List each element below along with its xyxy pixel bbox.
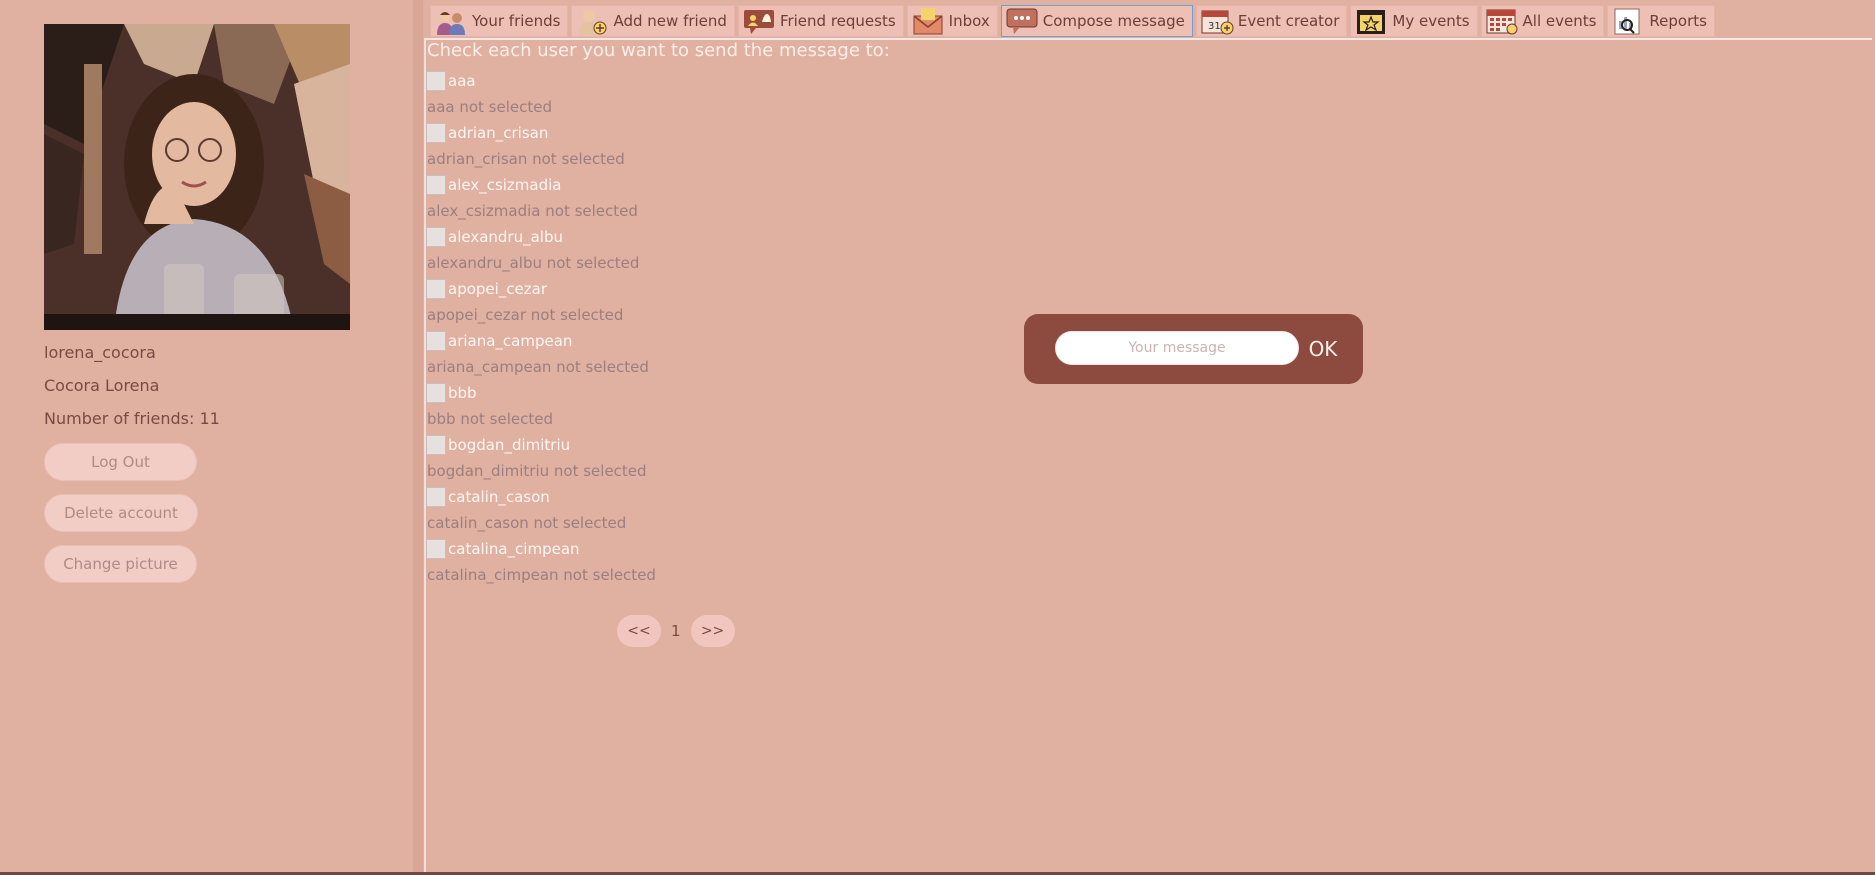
user-row-ariana-campean[interactable]: ariana_campean: [426, 328, 926, 354]
tab-friend-requests[interactable]: Friend requests: [737, 5, 904, 37]
tab-event-creator[interactable]: 31 Event creator: [1195, 5, 1348, 37]
user-checkbox[interactable]: [426, 435, 446, 455]
tab-label: Inbox: [948, 12, 990, 30]
message-input[interactable]: [1055, 331, 1299, 365]
user-checkbox[interactable]: [426, 539, 446, 559]
user-checkbox[interactable]: [426, 487, 446, 507]
svg-text:31: 31: [1208, 21, 1221, 32]
tab-label: Your friends: [472, 12, 561, 30]
user-status: alexandru_albu not selected: [427, 254, 640, 272]
user-row-apopei-cezar[interactable]: apopei_cezar: [426, 276, 926, 302]
pagination: << 1 >>: [617, 615, 735, 647]
user-checkbox[interactable]: [426, 123, 446, 143]
sidebar-divider[interactable]: [413, 0, 423, 875]
sidebar-full-name: Cocora Lorena: [44, 376, 160, 395]
user-row-alexandru-albu[interactable]: alexandru_albu: [426, 224, 926, 250]
tab-label: All events: [1522, 12, 1597, 30]
user-name: adrian_crisan: [448, 124, 549, 142]
message-composer: OK: [1024, 314, 1363, 384]
user-checkbox[interactable]: [426, 331, 446, 351]
user-row-bbb[interactable]: bbb: [426, 380, 926, 406]
tab-add-new-friend[interactable]: Add new friend: [571, 5, 735, 37]
user-name: alex_csizmadia: [448, 176, 562, 194]
sidebar-username: lorena_cocora: [44, 343, 156, 362]
user-status: catalina_cimpean not selected: [427, 566, 656, 584]
tab-label: Friend requests: [779, 12, 896, 30]
user-checkbox[interactable]: [426, 71, 446, 91]
user-status: bbb not selected: [427, 410, 553, 428]
add-friend-icon: [575, 7, 609, 35]
tab-label: Add new friend: [613, 12, 727, 30]
tab-compose-message[interactable]: Compose message: [1000, 5, 1193, 37]
star-calendar-icon: [1354, 7, 1388, 35]
user-row-alex-csizmadia[interactable]: alex_csizmadia: [426, 172, 926, 198]
user-name: aaa: [448, 72, 476, 90]
user-name: alexandru_albu: [448, 228, 563, 246]
prev-page-button[interactable]: <<: [617, 615, 661, 647]
tab-label: Reports: [1649, 12, 1707, 30]
user-status: catalin_cason not selected: [427, 514, 627, 532]
tab-my-events[interactable]: My events: [1350, 5, 1478, 37]
tab-reports[interactable]: Reports: [1607, 5, 1715, 37]
user-checkbox[interactable]: [426, 383, 446, 403]
user-row-catalina-cimpean[interactable]: catalina_cimpean: [426, 536, 926, 562]
logout-button[interactable]: Log Out: [44, 443, 197, 481]
user-status: adrian_crisan not selected: [427, 150, 625, 168]
user-row-aaa[interactable]: aaa: [426, 68, 926, 94]
change-picture-button[interactable]: Change picture: [44, 545, 197, 583]
tab-label: My events: [1392, 12, 1470, 30]
user-status: bogdan_dimitriu not selected: [427, 462, 647, 480]
app-window: lorena_cocora Cocora Lorena Number of fr…: [0, 0, 1875, 875]
user-name: apopei_cezar: [448, 280, 548, 298]
user-name: bbb: [448, 384, 477, 402]
calendar-add-icon: 31: [1200, 7, 1234, 35]
user-row-catalin-cason[interactable]: catalin_cason: [426, 484, 926, 510]
compose-message-icon: [1005, 7, 1039, 35]
user-name: catalin_cason: [448, 488, 550, 506]
tab-inbox[interactable]: Inbox: [906, 5, 998, 37]
friends-icon: [434, 7, 468, 35]
tab-all-events[interactable]: All events: [1480, 5, 1605, 37]
user-status: alex_csizmadia not selected: [427, 202, 638, 220]
user-row-bogdan-dimitriu[interactable]: bogdan_dimitriu: [426, 432, 926, 458]
delete-account-button[interactable]: Delete account: [44, 494, 198, 532]
send-ok-button[interactable]: OK: [1303, 333, 1343, 365]
friend-requests-icon: [742, 7, 776, 35]
profile-picture: [44, 24, 350, 330]
next-page-button[interactable]: >>: [690, 615, 735, 647]
user-status: aaa not selected: [427, 98, 552, 116]
user-checkbox[interactable]: [426, 227, 446, 247]
inbox-icon: [911, 7, 945, 35]
tab-your-friends[interactable]: Your friends: [430, 5, 569, 37]
sidebar: lorena_cocora Cocora Lorena Number of fr…: [0, 0, 413, 875]
calendar-grid-icon: [1485, 7, 1519, 35]
user-status: ariana_campean not selected: [427, 358, 649, 376]
user-row-adrian-crisan[interactable]: adrian_crisan: [426, 120, 926, 146]
sidebar-friends-count: Number of friends: 11: [44, 409, 220, 428]
user-list: aaa aaa not selected adrian_crisan adria…: [426, 68, 926, 588]
user-status: apopei_cezar not selected: [427, 306, 624, 324]
tab-label: Event creator: [1237, 12, 1340, 30]
user-checkbox[interactable]: [426, 279, 446, 299]
report-search-icon: [1611, 7, 1645, 35]
current-page-number: 1: [671, 622, 681, 640]
user-name: bogdan_dimitriu: [448, 436, 571, 454]
user-checkbox[interactable]: [426, 175, 446, 195]
user-name: catalina_cimpean: [448, 540, 580, 558]
tab-label: Compose message: [1042, 12, 1185, 30]
page-heading: Check each user you want to send the mes…: [427, 40, 890, 61]
user-name: ariana_campean: [448, 332, 573, 350]
tab-bar: Your friends Add new friend Friend reque…: [430, 5, 1715, 37]
